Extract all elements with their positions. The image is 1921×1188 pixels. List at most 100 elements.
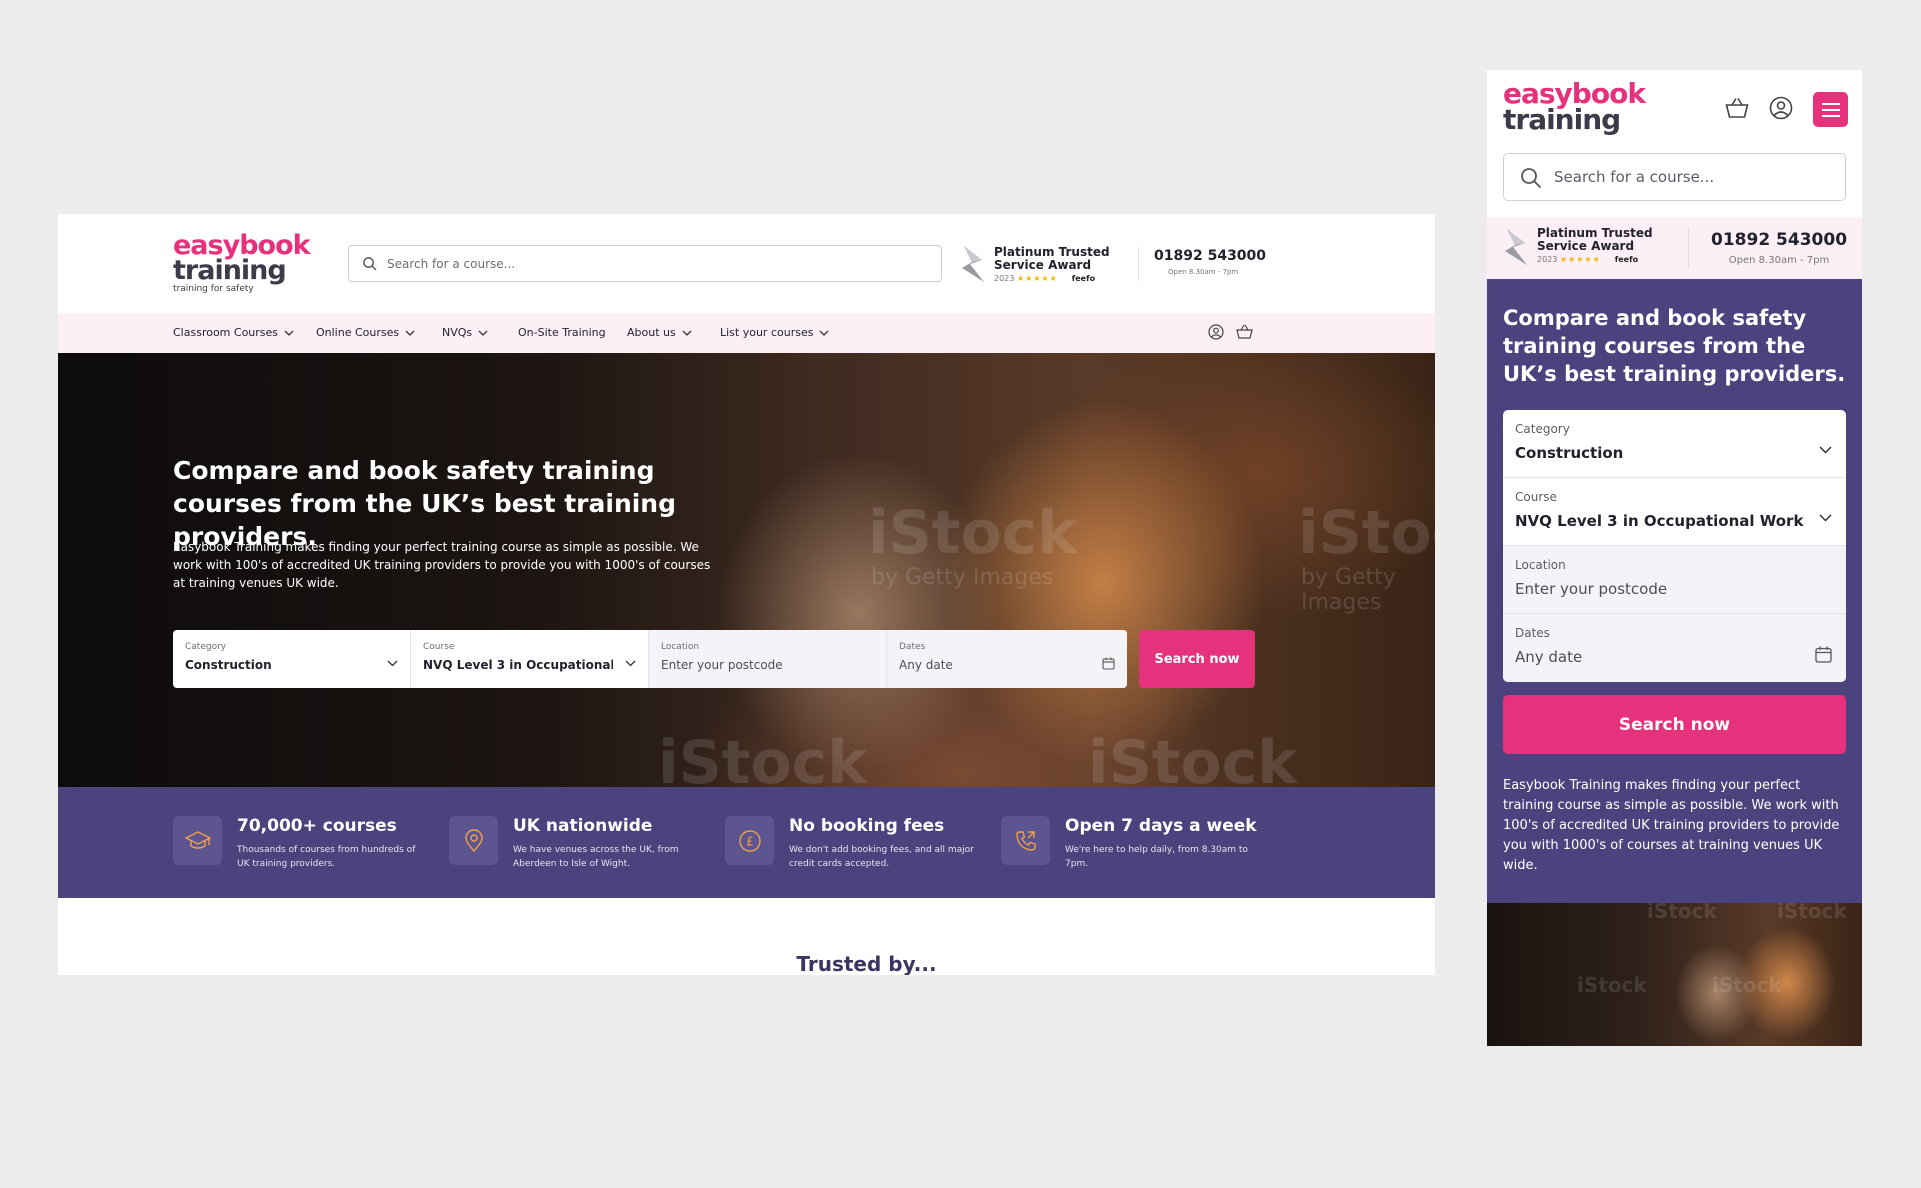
award-stars: ★★★★★	[1016, 274, 1058, 283]
phone-icon	[1001, 816, 1050, 865]
chevron-down-icon	[405, 330, 415, 336]
opening-hours: Open 8.30am - 7pm	[1168, 268, 1239, 276]
nav-label: On-Site Training	[518, 326, 606, 339]
chevron-down-icon	[1819, 446, 1832, 454]
desktop-view: easybook training training for safety Pl…	[58, 214, 1435, 975]
search-input[interactable]	[387, 246, 927, 281]
nav-item-online-courses[interactable]: Online Courses	[316, 326, 415, 339]
course-select[interactable]: Course NVQ Level 3 in Occupational Work …	[1503, 478, 1846, 546]
dates-placeholder: Any date	[899, 658, 953, 672]
location-placeholder: Enter your postcode	[1515, 580, 1668, 598]
feefo-logo: feefo	[1614, 255, 1639, 264]
opening-hours: Open 8.30am - 7pm	[1728, 255, 1830, 266]
course-search-form: Category Construction Course NVQ Level 3…	[173, 630, 1127, 688]
award-badge-icon	[1503, 227, 1533, 271]
trusted-by-heading: Trusted by...	[796, 952, 937, 975]
dates-input[interactable]: Dates Any date	[887, 630, 1127, 688]
nav-label: List your courses	[720, 326, 814, 339]
nav-item-classroom-courses[interactable]: Classroom Courses	[173, 326, 294, 339]
search-icon	[362, 256, 377, 275]
feature-desc: We have venues across the UK, from Aberd…	[513, 845, 679, 869]
logo-text-bottom: training	[173, 255, 287, 286]
watermark: iStock	[1777, 903, 1847, 923]
user-icon[interactable]	[1769, 96, 1793, 124]
course-select[interactable]: Course NVQ Level 3 in Occupational W...	[411, 630, 649, 688]
category-select[interactable]: Category Construction	[1503, 410, 1846, 478]
calendar-icon	[1102, 657, 1115, 670]
course-label: Course	[423, 642, 455, 652]
watermark: iStock	[1577, 973, 1647, 997]
map-pin-icon	[449, 816, 498, 865]
watermark: iStock	[1298, 498, 1435, 568]
search-bar	[348, 245, 942, 282]
search-now-button[interactable]: Search now	[1503, 695, 1846, 754]
course-search-form: Category Construction Course NVQ Level 3…	[1503, 410, 1846, 682]
menu-button[interactable]	[1813, 92, 1848, 127]
location-placeholder: Enter your postcode	[661, 658, 783, 672]
dates-label: Dates	[1515, 626, 1550, 640]
hamburger-icon	[1821, 102, 1840, 117]
category-value: Construction	[1515, 444, 1624, 462]
hero-description: Easybook Training makes finding your per…	[1503, 778, 1840, 873]
phone-contact[interactable]: 01892 543000 Open 8.30am - 7pm	[1154, 248, 1324, 276]
basket-icon[interactable]	[1725, 97, 1749, 123]
location-input[interactable]: Location Enter your postcode	[649, 630, 887, 688]
nav-label: About us	[627, 326, 676, 339]
hero-photo: iStock iStock iStock iStock	[1487, 903, 1862, 1046]
chevron-down-icon	[682, 330, 692, 336]
search-input[interactable]	[1554, 154, 1834, 200]
award-year: 2023	[994, 274, 1015, 283]
chevron-down-icon	[820, 330, 829, 336]
watermark: iStock	[658, 728, 868, 787]
user-icon[interactable]	[1208, 324, 1224, 344]
phone-contact[interactable]: 01892 543000 Open 8.30am - 7pm	[1711, 230, 1847, 266]
main-nav: Classroom Courses Online Courses NVQs On…	[58, 313, 1435, 353]
feefo-award: Platinum Trusted Service Award 2023 ★★★★…	[1503, 227, 1683, 269]
watermark-sub: by Getty Images	[1301, 565, 1396, 615]
feefo-logo: feefo	[1071, 274, 1096, 283]
location-label: Location	[1515, 558, 1566, 572]
watermark: iStock	[1647, 903, 1717, 923]
logo-text-bottom: training	[1503, 103, 1621, 136]
mobile-search-bar	[1503, 153, 1846, 201]
watermark-sub: by Getty Images	[871, 565, 1054, 590]
hero-section: iStock by Getty Images iStock by Getty I…	[58, 353, 1435, 787]
calendar-icon	[1815, 646, 1832, 663]
nav-icons	[1208, 324, 1253, 344]
hero-title: Compare and book safety training courses…	[1503, 306, 1846, 386]
nav-label: NVQs	[442, 326, 473, 339]
nav-item-about-us[interactable]: About us	[627, 326, 692, 339]
dates-input[interactable]: Dates Any date	[1503, 614, 1846, 682]
course-value: NVQ Level 3 in Occupational W...	[423, 658, 613, 672]
award-divider	[1688, 229, 1689, 267]
nav-label: Classroom Courses	[173, 326, 279, 339]
feature-desc: Thousands of courses from hundreds of UK…	[237, 845, 416, 869]
category-select[interactable]: Category Construction	[173, 630, 411, 688]
feature-title: UK nationwide	[513, 816, 653, 836]
graduation-cap-icon	[173, 816, 222, 865]
feefo-award: Platinum Trusted Service Award 2023 ★★★★…	[960, 244, 1130, 286]
site-logo[interactable]: easybook training	[1503, 80, 1646, 136]
phone-number: 01892 543000	[1154, 248, 1267, 264]
award-year: 2023	[1537, 255, 1558, 264]
nav-item-list-your-courses[interactable]: List your courses	[720, 326, 829, 339]
mobile-hero: Compare and book safety training courses…	[1487, 279, 1862, 903]
watermark: iStock	[1712, 973, 1782, 997]
category-label: Category	[185, 642, 227, 652]
mobile-header-icons	[1725, 92, 1848, 127]
site-logo[interactable]: easybook training training for safety	[173, 232, 311, 294]
feature-title: 70,000+ courses	[237, 816, 397, 836]
chevron-down-icon	[478, 330, 488, 336]
location-label: Location	[661, 642, 700, 652]
award-title-line2: Service Award	[1537, 239, 1635, 253]
chevron-down-icon	[387, 660, 398, 667]
category-label: Category	[1515, 422, 1570, 436]
nav-item-on-site-training[interactable]: On-Site Training	[518, 326, 606, 339]
basket-icon[interactable]	[1236, 324, 1253, 344]
feature-desc: We're here to help daily, from 8.30am to…	[1065, 845, 1248, 869]
location-input[interactable]: Location Enter your postcode	[1503, 546, 1846, 614]
search-now-button[interactable]: Search now	[1139, 630, 1255, 688]
chevron-down-icon	[1819, 514, 1832, 522]
watermark: iStock	[868, 498, 1078, 568]
nav-item-nvqs[interactable]: NVQs	[442, 326, 488, 339]
